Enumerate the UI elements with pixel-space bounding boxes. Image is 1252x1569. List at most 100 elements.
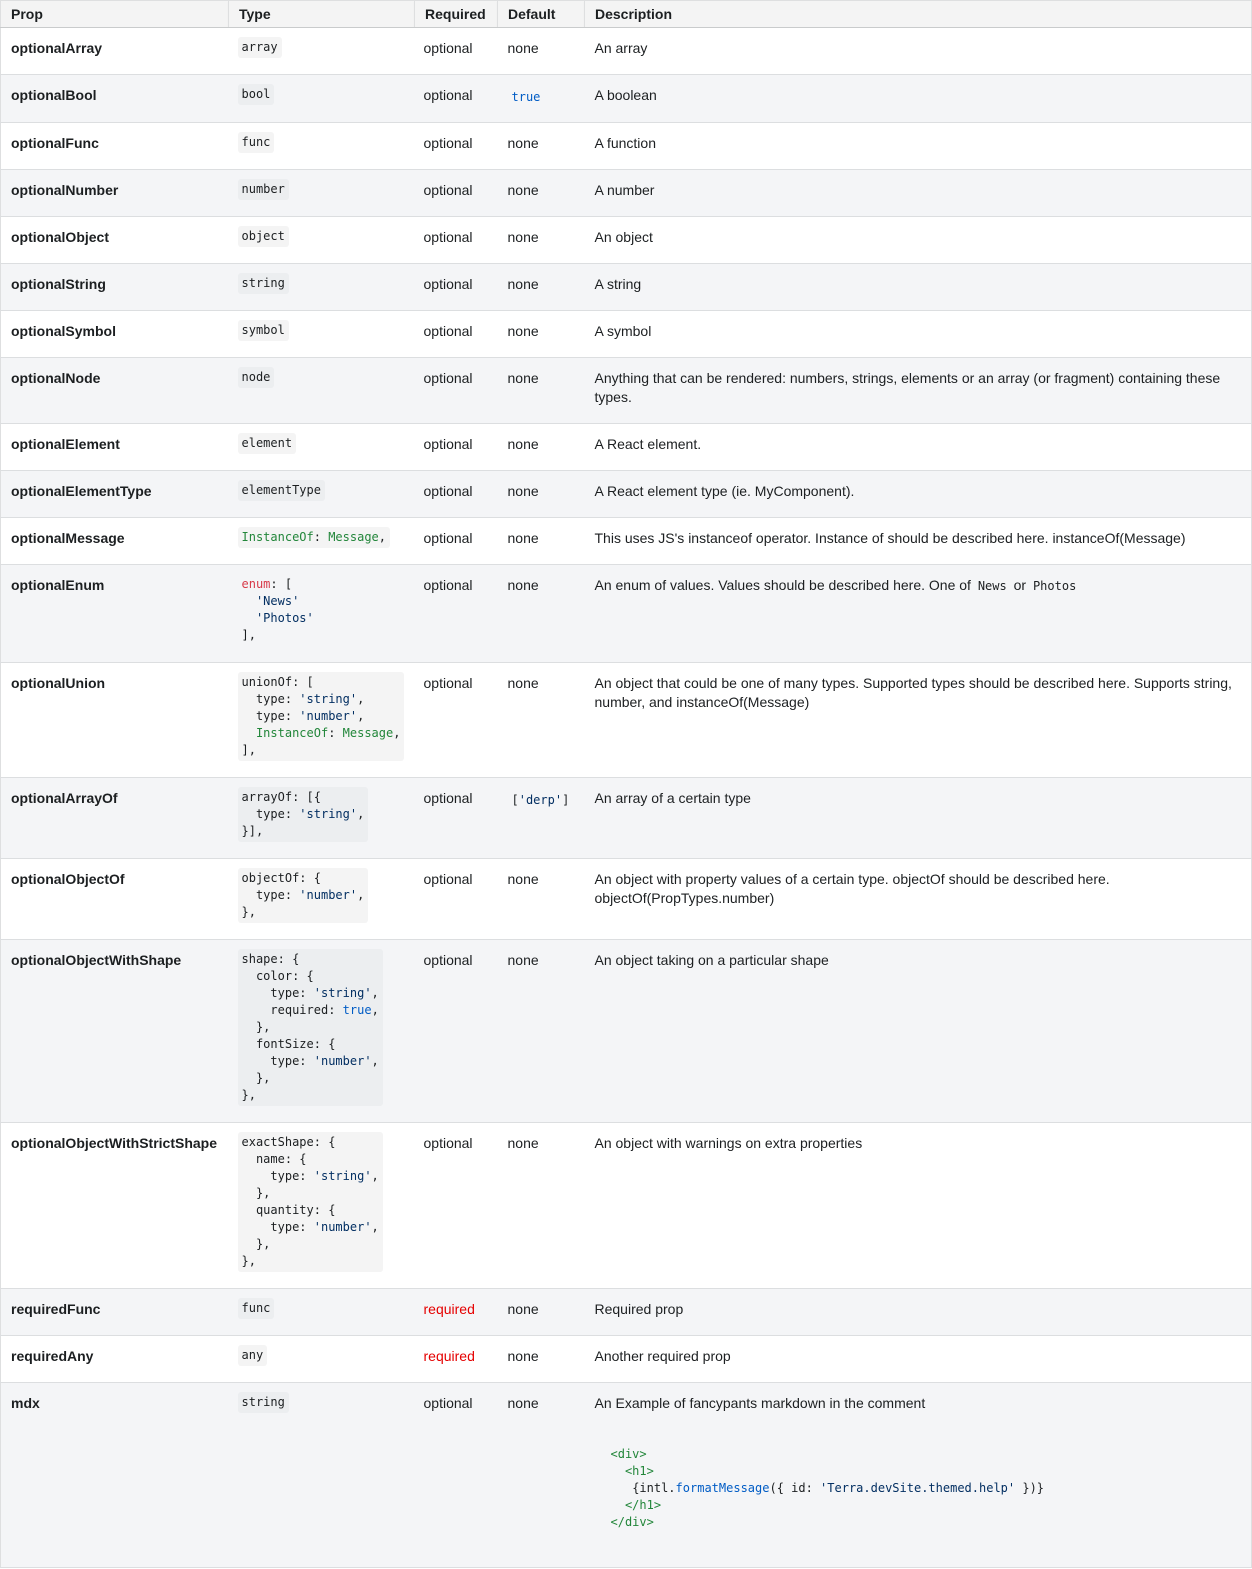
- description: Required prop: [584, 1288, 1252, 1336]
- description: Anything that can be rendered: numbers, …: [584, 357, 1252, 424]
- description: A string: [584, 263, 1252, 311]
- required-value: optional: [414, 939, 498, 1123]
- table-row: optionalNode node optional none Anything…: [0, 357, 1252, 424]
- type-code: enum: [ 'News' 'Photos' ],: [241, 577, 314, 642]
- description: An object taking on a particular shape: [584, 939, 1252, 1123]
- table-row: optionalObjectWithStrictShape exactShape…: [0, 1122, 1252, 1289]
- description: An object with property values of a cert…: [584, 858, 1252, 940]
- table-header: Prop Type Required Default Description: [0, 0, 1252, 28]
- type-code: InstanceOf: Message,: [237, 527, 391, 548]
- default-value: none: [497, 939, 585, 1123]
- required-value: optional: [414, 470, 498, 518]
- column-header-description[interactable]: Description: [584, 0, 1252, 28]
- required-value: optional: [414, 263, 498, 311]
- column-header-prop[interactable]: Prop: [0, 0, 229, 28]
- column-header-required[interactable]: Required: [414, 0, 498, 28]
- table-row: optionalArrayOf arrayOf: [{ type: 'strin…: [0, 777, 1252, 859]
- type-code: object: [237, 226, 289, 247]
- enum-value-code: News: [977, 579, 1007, 593]
- required-value: optional: [414, 423, 498, 471]
- default-value: none: [497, 858, 585, 940]
- required-value: optional: [414, 564, 498, 663]
- prop-name: optionalArrayOf: [0, 777, 229, 859]
- required-value: required: [414, 1288, 498, 1336]
- required-value: optional: [414, 169, 498, 217]
- description: A boolean: [584, 74, 1252, 123]
- type-code: number: [237, 179, 289, 200]
- table-row: optionalArray array optional none An arr…: [0, 27, 1252, 75]
- default-value: none: [497, 470, 585, 518]
- prop-name: optionalSymbol: [0, 310, 229, 358]
- prop-name: optionalEnum: [0, 564, 229, 663]
- table-row: optionalElement element optional none A …: [0, 423, 1252, 471]
- description: A React element.: [584, 423, 1252, 471]
- column-header-default[interactable]: Default: [497, 0, 585, 28]
- table-row: optionalNumber number optional none A nu…: [0, 169, 1252, 217]
- type-code: unionOf: [ type: 'string', type: 'number…: [237, 672, 405, 761]
- type-code: element: [237, 433, 297, 454]
- table-row: optionalObject object optional none An o…: [0, 216, 1252, 264]
- required-value: optional: [414, 777, 498, 859]
- type-code: symbol: [237, 320, 289, 341]
- required-value: optional: [414, 1382, 498, 1568]
- required-value: optional: [414, 517, 498, 565]
- table-row: optionalEnum enum: [ 'News' 'Photos' ], …: [0, 564, 1252, 663]
- table-row: optionalObjectWithShape shape: { color: …: [0, 939, 1252, 1123]
- prop-name: optionalElementType: [0, 470, 229, 518]
- table-row: optionalMessage InstanceOf: Message, opt…: [0, 517, 1252, 565]
- prop-name: optionalArray: [0, 27, 229, 75]
- required-value: required: [414, 1335, 498, 1383]
- description: Another required prop: [584, 1335, 1252, 1383]
- default-value: none: [497, 216, 585, 264]
- default-value: ['derp']: [511, 793, 570, 807]
- default-value: none: [497, 263, 585, 311]
- default-value: none: [497, 662, 585, 778]
- default-value: none: [497, 564, 585, 663]
- column-header-type[interactable]: Type: [228, 0, 415, 28]
- description: An array: [584, 27, 1252, 75]
- table-row: optionalUnion unionOf: [ type: 'string',…: [0, 662, 1252, 778]
- enum-value-code: Photos: [1032, 579, 1077, 593]
- type-code: func: [237, 132, 275, 153]
- required-value: optional: [414, 27, 498, 75]
- table-row: requiredFunc func required none Required…: [0, 1288, 1252, 1336]
- required-value: optional: [414, 1122, 498, 1289]
- prop-name: optionalObject: [0, 216, 229, 264]
- prop-name: requiredFunc: [0, 1288, 229, 1336]
- required-value: optional: [414, 122, 498, 170]
- mdx-code-block: <div> <h1> {intl.formatMessage({ id: 'Te…: [610, 1447, 1045, 1529]
- prop-name: optionalObjectOf: [0, 858, 229, 940]
- prop-name: optionalObjectWithShape: [0, 939, 229, 1123]
- description: An object that could be one of many type…: [584, 662, 1252, 778]
- prop-name: optionalNode: [0, 357, 229, 424]
- default-value: none: [497, 517, 585, 565]
- type-code: string: [237, 1392, 289, 1413]
- type-code: shape: { color: { type: 'string', requir…: [237, 949, 383, 1106]
- prop-name: mdx: [0, 1382, 229, 1568]
- table-row: optionalSymbol symbol optional none A sy…: [0, 310, 1252, 358]
- prop-name: optionalObjectWithStrictShape: [0, 1122, 229, 1289]
- required-value: optional: [414, 74, 498, 123]
- description: An array of a certain type: [584, 777, 1252, 859]
- type-code: objectOf: { type: 'number', },: [237, 868, 369, 923]
- type-code: array: [237, 37, 282, 58]
- type-code: func: [237, 1298, 275, 1319]
- type-code: any: [237, 1345, 268, 1366]
- table-row: optionalString string optional none A st…: [0, 263, 1252, 311]
- type-code: elementType: [237, 480, 325, 501]
- table-row: mdx string optional none An Example of f…: [0, 1382, 1252, 1568]
- description: A React element type (ie. MyComponent).: [584, 470, 1252, 518]
- prop-name: requiredAny: [0, 1335, 229, 1383]
- default-value: none: [497, 169, 585, 217]
- prop-name: optionalUnion: [0, 662, 229, 778]
- table-row: optionalBool bool optional true A boolea…: [0, 74, 1252, 123]
- description: A number: [584, 169, 1252, 217]
- description: An object with warnings on extra propert…: [584, 1122, 1252, 1289]
- prop-name: optionalBool: [0, 74, 229, 123]
- prop-name: optionalElement: [0, 423, 229, 471]
- description: An enum of values. Values should be desc…: [584, 564, 1252, 663]
- type-code: bool: [237, 84, 275, 105]
- table-row: optionalElementType elementType optional…: [0, 470, 1252, 518]
- required-value: optional: [414, 310, 498, 358]
- required-value: optional: [414, 216, 498, 264]
